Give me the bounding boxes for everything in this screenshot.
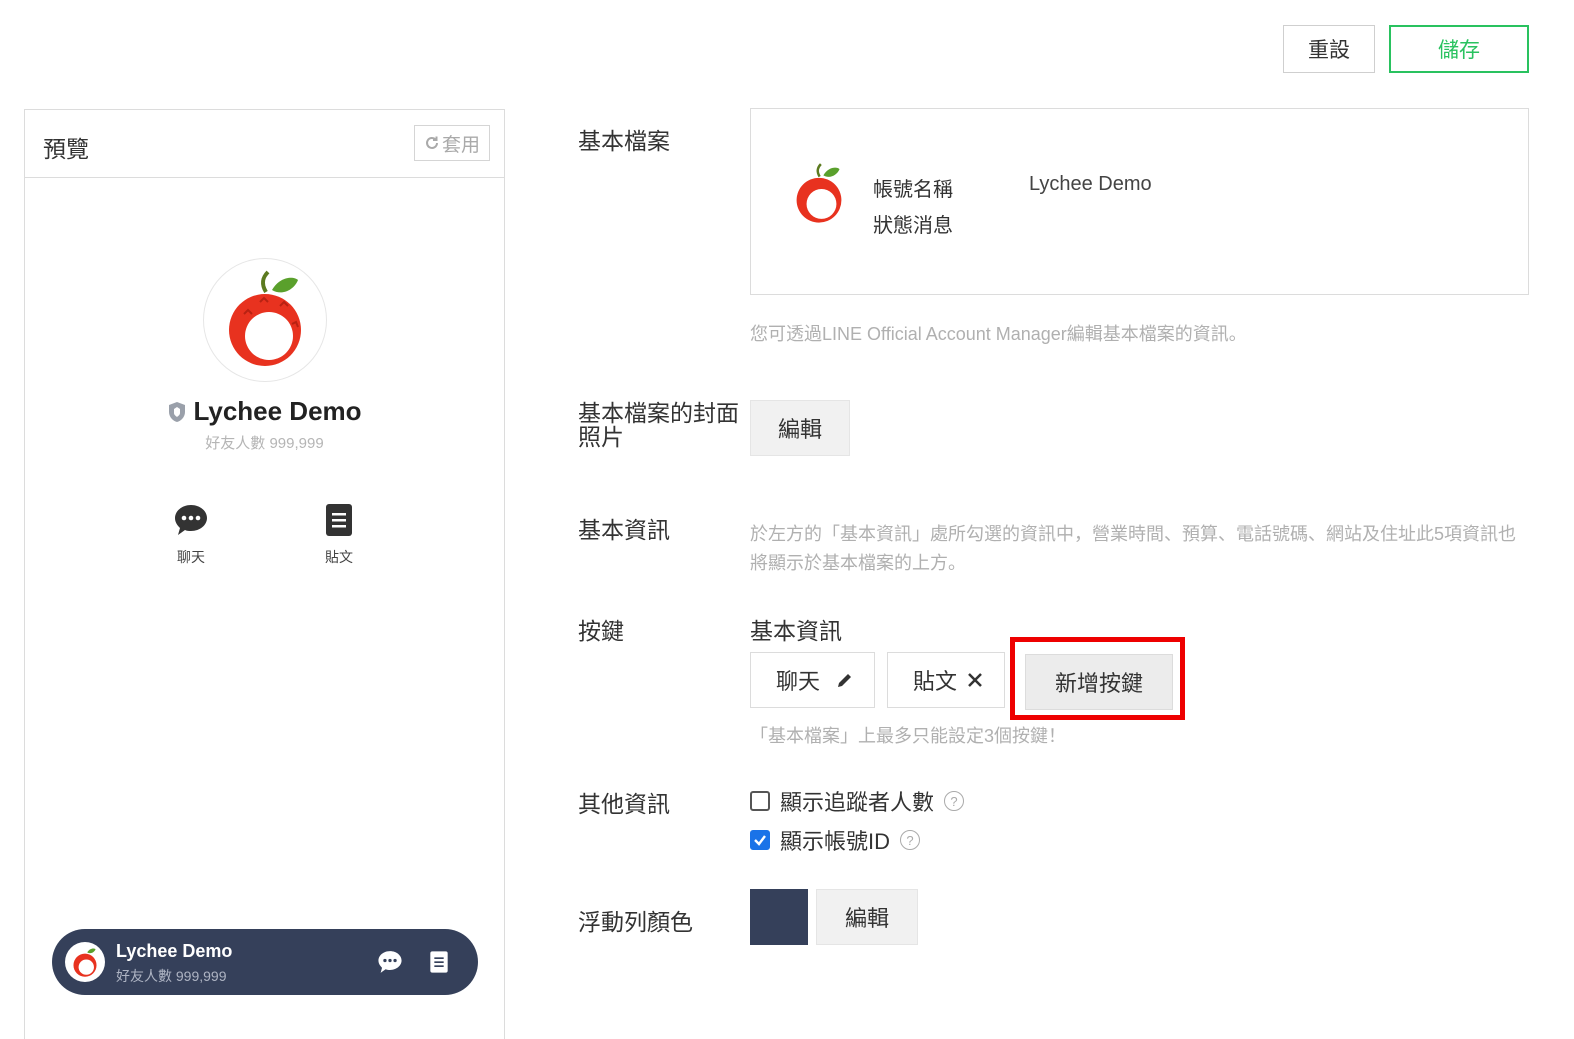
refresh-icon: [426, 136, 438, 149]
cover-photo-label: 基本檔案的封面照片: [578, 400, 739, 450]
button-chip-post-label: 貼文: [913, 669, 958, 694]
float-account-name: Lychee Demo: [116, 941, 233, 961]
apply-button[interactable]: 套用: [414, 125, 490, 161]
chat-bubble-icon: [175, 505, 207, 535]
basic-profile-label: 基本檔案: [578, 128, 670, 154]
preview-chat-button: 聊天: [161, 502, 221, 567]
floating-bar: Lychee Demo 好友人數 999,999: [52, 929, 478, 995]
account-name-key: 帳號名稱: [873, 179, 953, 201]
save-button[interactable]: 儲存: [1389, 25, 1529, 73]
account-name: Lychee Demo: [25, 396, 504, 427]
apply-label: 套用: [441, 134, 480, 156]
option-account-id[interactable]: 顯示帳號ID ?: [750, 824, 921, 856]
close-icon[interactable]: [966, 671, 984, 689]
preview-header: 預覽 套用: [25, 110, 504, 178]
account-id-label: 顯示帳號ID: [780, 829, 891, 854]
add-button[interactable]: 新增按鍵: [1025, 654, 1173, 710]
basic-profile-box: 帳號名稱 Lychee Demo 狀態消息: [750, 108, 1529, 295]
avatar: [203, 258, 327, 382]
other-info-label: 其他資訊: [578, 791, 670, 817]
help-icon[interactable]: ?: [944, 791, 965, 811]
account-name-value: Lychee Demo: [1029, 173, 1152, 195]
buttons-subtitle: 基本資訊: [750, 618, 842, 644]
float-color-edit-button[interactable]: 編輯: [816, 889, 918, 945]
buttons-hint: 「基本檔案」上最多只能設定3個按鍵！: [750, 726, 1067, 746]
basic-profile-hint: 您可透過LINE Official Account Manager編輯基本檔案的…: [750, 324, 1247, 344]
basic-info-label: 基本資訊: [578, 517, 670, 543]
basic-info-hint-line2: 將顯示於基本檔案的上方。: [750, 553, 966, 573]
float-avatar: [65, 942, 105, 982]
account-id-checkbox[interactable]: [750, 830, 770, 850]
follower-count-checkbox[interactable]: [750, 791, 770, 811]
preview-post-label: 貼文: [325, 549, 353, 565]
shield-badge-icon: [169, 401, 186, 422]
post-document-icon: [326, 504, 352, 536]
lychee-logo-icon: [229, 270, 301, 366]
float-color-label: 浮動列顏色: [578, 909, 693, 935]
chat-bubble-icon: [378, 951, 402, 973]
preview-panel: 預覽 套用 Lychee Demo 好友人數 999,999 聊天 貼文 Lyc…: [24, 109, 505, 1039]
status-message-key: 狀態消息: [873, 215, 953, 237]
lychee-logo-icon: [73, 948, 97, 977]
checkmark-icon: [754, 835, 766, 846]
cover-photo-edit-button[interactable]: 編輯: [750, 400, 850, 456]
pencil-icon[interactable]: [836, 671, 854, 689]
follower-count-label: 顯示追蹤者人數: [780, 790, 935, 815]
help-icon[interactable]: ?: [900, 830, 921, 850]
preview-title: 預覽: [43, 136, 89, 162]
post-document-icon: [430, 951, 448, 973]
account-name-text: Lychee Demo: [193, 396, 362, 426]
float-color-swatch[interactable]: [750, 889, 808, 945]
preview-chat-label: 聊天: [177, 549, 205, 565]
button-chip-chat-label: 聊天: [776, 669, 821, 694]
float-friend-count: 好友人數 999,999: [116, 968, 227, 984]
lychee-logo-icon: [796, 163, 842, 223]
add-button-highlight: 新增按鍵: [1010, 637, 1185, 720]
basic-info-hint-line1: 於左方的「基本資訊」處所勾選的資訊中，營業時間、預算、電話號碼、網站及住址此5項…: [750, 524, 1517, 544]
button-chip-chat[interactable]: 聊天: [750, 652, 875, 708]
buttons-label: 按鍵: [578, 618, 624, 644]
friend-count: 好友人數 999,999: [205, 435, 324, 452]
preview-post-button: 貼文: [309, 502, 369, 567]
reset-button[interactable]: 重設: [1283, 25, 1375, 73]
button-chip-post[interactable]: 貼文: [887, 652, 1005, 708]
option-follower-count[interactable]: 顯示追蹤者人數 ?: [750, 785, 965, 817]
